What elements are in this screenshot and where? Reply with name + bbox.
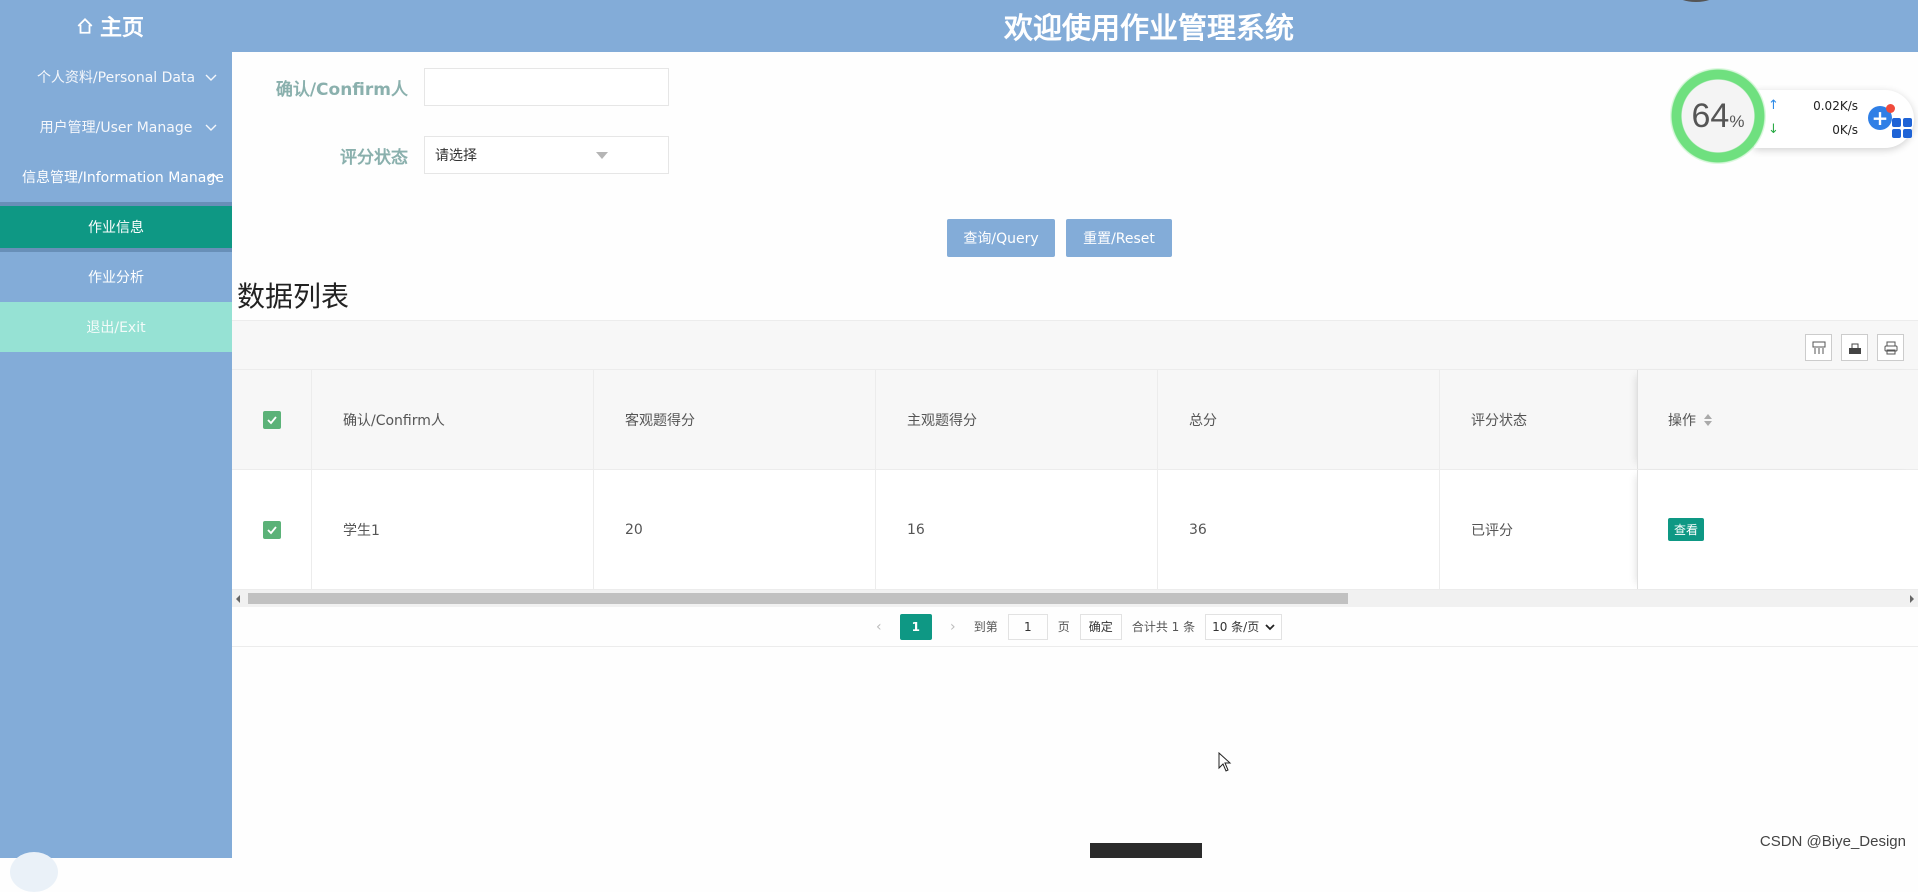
cell-total-score: 36: [1158, 470, 1440, 589]
page-title: 欢迎使用作业管理系统: [0, 5, 1918, 47]
column-header-actions[interactable]: 操作: [1637, 370, 1917, 469]
reset-button[interactable]: 重置/Reset: [1066, 219, 1172, 257]
sidebar-item-label: 用户管理/User Manage: [40, 117, 193, 137]
notification-dot: [1886, 104, 1895, 113]
prev-page-icon[interactable]: ‹: [868, 616, 890, 638]
sidebar-item-user-manage[interactable]: 用户管理/User Manage: [0, 102, 232, 152]
chevron-down-icon: [1265, 622, 1275, 632]
cell-subjective-score: 16: [876, 470, 1158, 589]
upload-speed: ↑ 0.02K/s: [1768, 98, 1858, 113]
columns-button[interactable]: [1805, 334, 1832, 361]
floating-circle: [10, 852, 58, 892]
download-arrow-icon: ↓: [1768, 122, 1779, 137]
sidebar-item-information-manage[interactable]: 信息管理/Information Manage: [0, 152, 232, 202]
column-header: 主观题得分: [876, 370, 1158, 469]
pagination: ‹ 1 › 到第 1 页 确定 合计共 1 条 10 条/页: [232, 607, 1918, 647]
horizontal-scrollbar[interactable]: [232, 590, 1918, 607]
chevron-down-icon: [204, 70, 218, 84]
apps-grid-icon[interactable]: [1892, 118, 1912, 138]
memory-usage-ring[interactable]: 64%: [1670, 68, 1766, 164]
cell-actions: 查看: [1637, 470, 1917, 589]
status-select[interactable]: 请选择: [424, 136, 669, 174]
cell-confirm: 学生1: [312, 470, 594, 589]
confirm-filter: 确认/Confirm人: [232, 68, 669, 106]
table-header-row: 确认/Confirm人 客观题得分 主观题得分 总分 评分状态 操作: [232, 370, 1918, 470]
row-checkbox-cell: [232, 470, 312, 589]
goto-page-input[interactable]: 1: [1008, 614, 1048, 640]
print-icon: [1883, 340, 1899, 356]
sidebar-item-homework-info[interactable]: 作业信息: [0, 202, 232, 252]
sidebar: 个人资料/Personal Data 用户管理/User Manage 信息管理…: [0, 52, 232, 858]
page-size-select[interactable]: 10 条/页: [1205, 614, 1282, 640]
list-title: 数据列表: [237, 275, 349, 315]
select-all-checkbox[interactable]: [263, 411, 281, 429]
columns-icon: [1811, 340, 1827, 356]
status-label: 评分状态: [232, 143, 408, 168]
sidebar-item-personal-data[interactable]: 个人资料/Personal Data: [0, 52, 232, 102]
sidebar-item-label: 信息管理/Information Manage: [22, 167, 224, 187]
watermark: CSDN @Biye_Design: [1760, 833, 1906, 850]
upload-speed-value: 0.02K/s: [1813, 99, 1858, 113]
cell-objective-score: 20: [594, 470, 876, 589]
data-table: 确认/Confirm人 客观题得分 主观题得分 总分 评分状态 操作 学生1 2…: [232, 370, 1918, 590]
usage-percent: 64%: [1692, 97, 1745, 136]
scroll-left-icon[interactable]: [236, 595, 240, 603]
scroll-right-icon[interactable]: [1910, 595, 1914, 603]
sidebar-item-label: 个人资料/Personal Data: [37, 67, 195, 87]
download-speed-value: 0K/s: [1832, 123, 1858, 137]
row-checkbox[interactable]: [263, 521, 281, 539]
check-icon: [266, 524, 278, 536]
query-button[interactable]: 查询/Query: [947, 219, 1055, 257]
status-filter: 评分状态 请选择: [232, 136, 669, 174]
download-speed: ↓ 0K/s: [1768, 122, 1858, 137]
goto-label: 到第: [974, 618, 998, 635]
bottom-bar: [1090, 843, 1202, 858]
column-header: 评分状态: [1440, 370, 1637, 469]
next-page-icon[interactable]: ›: [942, 616, 964, 638]
page-unit-label: 页: [1058, 618, 1070, 635]
scrollbar-thumb[interactable]: [248, 593, 1348, 604]
table-toolbar: [232, 320, 1918, 370]
page-number[interactable]: 1: [900, 614, 932, 640]
mouse-cursor-icon: [1218, 752, 1232, 772]
page-size-value: 10 条/页: [1212, 618, 1259, 635]
chevron-down-icon: [204, 120, 218, 134]
table-row: 学生1 20 16 36 已评分 查看: [232, 470, 1918, 590]
network-speed-panel: ↑ 0.02K/s ↓ 0K/s +: [1754, 90, 1914, 148]
confirm-label: 确认/Confirm人: [232, 75, 408, 100]
sidebar-item-homework-analysis[interactable]: 作业分析: [0, 252, 232, 302]
print-button[interactable]: [1877, 334, 1904, 361]
view-button[interactable]: 查看: [1668, 518, 1704, 541]
goto-confirm-button[interactable]: 确定: [1080, 614, 1122, 640]
export-icon: [1847, 340, 1863, 356]
status-select-placeholder: 请选择: [435, 145, 477, 165]
column-header-label: 操作: [1668, 410, 1696, 430]
sidebar-item-exit[interactable]: 退出/Exit: [0, 302, 232, 352]
check-icon: [266, 414, 278, 426]
column-header: 客观题得分: [594, 370, 876, 469]
export-button[interactable]: [1841, 334, 1868, 361]
caret-down-icon: [596, 152, 608, 159]
column-header: 确认/Confirm人: [312, 370, 594, 469]
sidebar-submenu: 作业信息 作业分析: [0, 202, 232, 302]
total-count: 合计共 1 条: [1132, 618, 1195, 635]
sort-icon[interactable]: [1704, 414, 1712, 426]
header-checkbox-cell: [232, 370, 312, 469]
column-header: 总分: [1158, 370, 1440, 469]
overlay-shape: [1676, 0, 1716, 2]
top-bar: 主页 欢迎使用作业管理系统: [0, 0, 1918, 52]
upload-arrow-icon: ↑: [1768, 98, 1779, 113]
confirm-input[interactable]: [424, 68, 669, 106]
cell-status: 已评分: [1440, 470, 1637, 589]
chevron-up-icon: [206, 170, 220, 184]
